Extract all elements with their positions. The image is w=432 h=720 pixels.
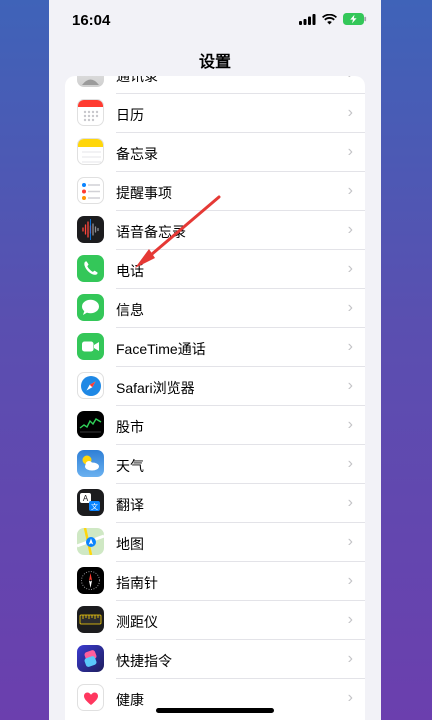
chevron-right-icon: ›	[347, 689, 353, 706]
reminders-icon	[77, 177, 104, 204]
measure-icon	[77, 606, 104, 633]
battery-charging-icon	[343, 13, 367, 25]
settings-row-translate[interactable]: A 文 翻译 ›	[65, 484, 365, 523]
settings-row-label: 地图	[116, 536, 144, 552]
settings-list: 通讯录 › 日历 ›	[65, 76, 365, 720]
settings-row-reminders[interactable]: 提醒事项 ›	[65, 172, 365, 211]
settings-row-maps[interactable]: 地图 ›	[65, 523, 365, 562]
chevron-right-icon: ›	[347, 377, 353, 394]
safari-icon	[77, 372, 104, 399]
chevron-right-icon: ›	[347, 182, 353, 199]
settings-row-label: 日历	[116, 107, 144, 123]
weather-icon	[77, 450, 104, 477]
signal-icon	[299, 13, 316, 25]
chevron-right-icon: ›	[347, 104, 353, 121]
settings-row-messages[interactable]: 信息 ›	[65, 289, 365, 328]
chevron-right-icon: ›	[348, 76, 353, 83]
settings-row-compass[interactable]: 指南针 ›	[65, 562, 365, 601]
settings-row-label: 测距仪	[116, 614, 158, 630]
settings-row-label: 语音备忘录	[116, 224, 186, 240]
settings-row-label: 翻译	[116, 497, 144, 513]
chevron-right-icon: ›	[347, 299, 353, 316]
chevron-right-icon: ›	[347, 221, 353, 238]
facetime-icon	[77, 333, 104, 360]
compass-icon	[77, 567, 104, 594]
phone-icon	[77, 255, 104, 282]
settings-row-contacts[interactable]: 通讯录 ›	[65, 76, 365, 94]
chevron-right-icon: ›	[347, 533, 353, 550]
translate-icon: A 文	[77, 489, 104, 516]
status-bar: 16:04	[49, 0, 381, 40]
settings-row-label: 快捷指令	[116, 653, 172, 669]
chevron-right-icon: ›	[347, 143, 353, 160]
settings-row-label: 健康	[116, 692, 144, 708]
settings-row-safari[interactable]: Safari浏览器 ›	[65, 367, 365, 406]
settings-row-label: Safari浏览器	[116, 380, 195, 396]
settings-row-label: 天气	[116, 458, 144, 474]
settings-row-label: 通讯录	[116, 76, 158, 84]
voice-memos-icon	[77, 216, 104, 243]
chevron-right-icon: ›	[347, 260, 353, 277]
chevron-right-icon: ›	[347, 494, 353, 511]
settings-row-shortcuts[interactable]: 快捷指令 ›	[65, 640, 365, 679]
chevron-right-icon: ›	[347, 611, 353, 628]
settings-row-label: 股市	[116, 419, 144, 435]
settings-row-label: 备忘录	[116, 146, 158, 162]
settings-row-notes[interactable]: 备忘录 ›	[65, 133, 365, 172]
chevron-right-icon: ›	[347, 416, 353, 433]
settings-row-label: 信息	[116, 302, 144, 318]
page-title: 设置	[198, 54, 231, 71]
contacts-icon	[77, 76, 104, 87]
settings-row-calendar[interactable]: 日历 ›	[65, 94, 365, 133]
settings-row-label: 电话	[116, 263, 144, 279]
chevron-right-icon: ›	[347, 650, 353, 667]
settings-row-voice-memos[interactable]: 语音备忘录 ›	[65, 211, 365, 250]
messages-icon	[77, 294, 104, 321]
settings-row-measure[interactable]: 测距仪 ›	[65, 601, 365, 640]
settings-row-label: 指南针	[116, 575, 158, 591]
settings-row-stocks[interactable]: 股市 ›	[65, 406, 365, 445]
settings-row-facetime[interactable]: FaceTime通话 ›	[65, 328, 365, 367]
phone-screen: 16:04 设置 通讯录 日历 › 备忘录 › 提醒事项 › 语音备忘录 › 电…	[49, 0, 381, 720]
calendar-icon	[77, 99, 104, 126]
maps-icon	[77, 528, 104, 555]
chevron-right-icon: ›	[347, 572, 353, 589]
chevron-right-icon: ›	[347, 455, 353, 472]
settings-row-phone[interactable]: 电话 ›	[65, 250, 365, 289]
status-time: 16:04	[72, 12, 111, 29]
status-icons	[299, 13, 367, 25]
wifi-icon	[322, 13, 337, 24]
svg-text:文: 文	[91, 502, 98, 511]
notes-icon	[77, 138, 104, 165]
health-icon	[77, 684, 104, 711]
shortcuts-icon	[77, 645, 104, 672]
svg-text:A: A	[83, 494, 89, 503]
stocks-icon	[77, 411, 104, 438]
chevron-right-icon: ›	[347, 338, 353, 355]
settings-row-label: FaceTime通话	[116, 341, 206, 357]
settings-row-label: 提醒事项	[116, 185, 172, 201]
home-indicator	[156, 708, 274, 713]
settings-row-weather[interactable]: 天气 ›	[65, 445, 365, 484]
